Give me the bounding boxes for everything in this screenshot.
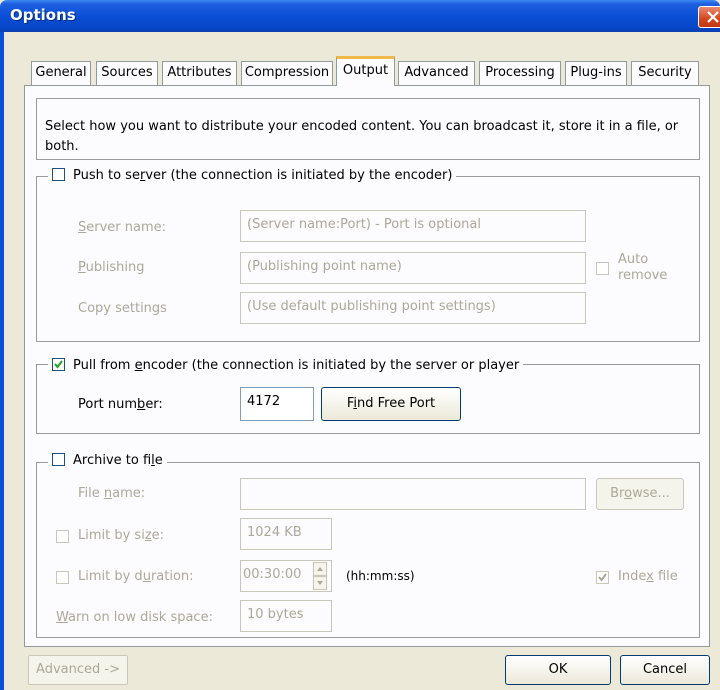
limit-size-input[interactable]: 1024 KB	[240, 518, 332, 550]
duration-spin-up[interactable]	[313, 562, 327, 576]
push-to-server-header: Push to server (the connection is initia…	[48, 166, 457, 186]
auto-remove-label: Auto remove	[618, 252, 668, 283]
publishing-point-input[interactable]: (Publishing point name)	[240, 252, 586, 284]
limit-by-duration-label: Limit by duration:	[78, 569, 194, 584]
limit-by-size-checkbox[interactable]	[56, 530, 69, 543]
port-number-label: Port number:	[78, 397, 163, 412]
pull-from-encoder-checkbox[interactable]	[52, 358, 65, 371]
ok-button[interactable]: OK	[505, 655, 611, 685]
title-bar[interactable]: Options	[0, 0, 720, 32]
tab-security[interactable]: Security	[631, 61, 699, 85]
options-dialog: Options General Sources Attributes Compr…	[0, 0, 720, 690]
limit-by-duration-checkbox[interactable]	[56, 571, 69, 584]
tab-advanced[interactable]: Advanced	[398, 61, 475, 85]
file-name-label: File name:	[78, 486, 146, 501]
info-text: Select how you want to distribute your e…	[45, 119, 679, 154]
publishing-label: Publishing	[78, 260, 145, 275]
copy-settings-input[interactable]: (Use default publishing point settings)	[240, 292, 586, 324]
window-title: Options	[10, 6, 76, 24]
tab-plug-ins[interactable]: Plug-ins	[565, 61, 627, 85]
archive-to-file-checkbox[interactable]	[52, 453, 65, 466]
find-free-port-button[interactable]: Find Free Port	[321, 387, 461, 421]
window-border	[0, 32, 4, 690]
tab-sources[interactable]: Sources	[96, 61, 158, 85]
duration-spin-down[interactable]	[313, 576, 327, 590]
close-button[interactable]	[698, 6, 720, 28]
server-name-label: Server name:	[78, 220, 167, 235]
tab-output[interactable]: Output	[336, 56, 395, 86]
index-file-label: Index file	[618, 569, 678, 584]
warn-low-disk-input[interactable]: 10 bytes	[240, 600, 332, 632]
tab-processing[interactable]: Processing	[479, 61, 561, 85]
cancel-button[interactable]: Cancel	[620, 655, 710, 685]
info-box: Select how you want to distribute your e…	[36, 98, 700, 160]
tab-attributes[interactable]: Attributes	[162, 61, 237, 85]
close-icon	[707, 11, 719, 23]
browse-button[interactable]: Browse...	[596, 478, 684, 510]
archive-to-file-header: Archive to file	[48, 451, 167, 471]
checkmark-icon	[54, 360, 63, 369]
checkmark-icon	[598, 573, 607, 582]
archive-label: Archive to file	[73, 453, 163, 468]
port-number-input[interactable]: 4172	[240, 387, 314, 421]
auto-remove-checkbox[interactable]	[596, 262, 609, 275]
server-name-input[interactable]: (Server name:Port) - Port is optional	[240, 210, 586, 242]
index-file-checkbox[interactable]	[596, 571, 609, 584]
limit-by-size-label: Limit by size:	[78, 528, 165, 543]
tab-general[interactable]: General	[31, 61, 91, 85]
push-label: Push to server (the connection is initia…	[73, 168, 453, 183]
tab-compression[interactable]: Compression	[241, 61, 333, 85]
spin-down-icon	[317, 581, 323, 585]
duration-unit-label: (hh:mm:ss)	[346, 569, 415, 583]
duration-value: 00:30:00	[243, 567, 302, 582]
warn-low-disk-label: Warn on low disk space:	[56, 610, 213, 625]
advanced-button[interactable]: Advanced ->	[28, 655, 128, 685]
push-to-server-checkbox[interactable]	[52, 168, 65, 181]
pull-label: Pull from encoder (the connection is ini…	[73, 358, 520, 373]
file-name-input[interactable]	[240, 478, 586, 510]
spin-up-icon	[317, 567, 323, 571]
pull-from-encoder-header: Pull from encoder (the connection is ini…	[48, 356, 524, 376]
copy-settings-label: Copy settings	[78, 301, 167, 316]
